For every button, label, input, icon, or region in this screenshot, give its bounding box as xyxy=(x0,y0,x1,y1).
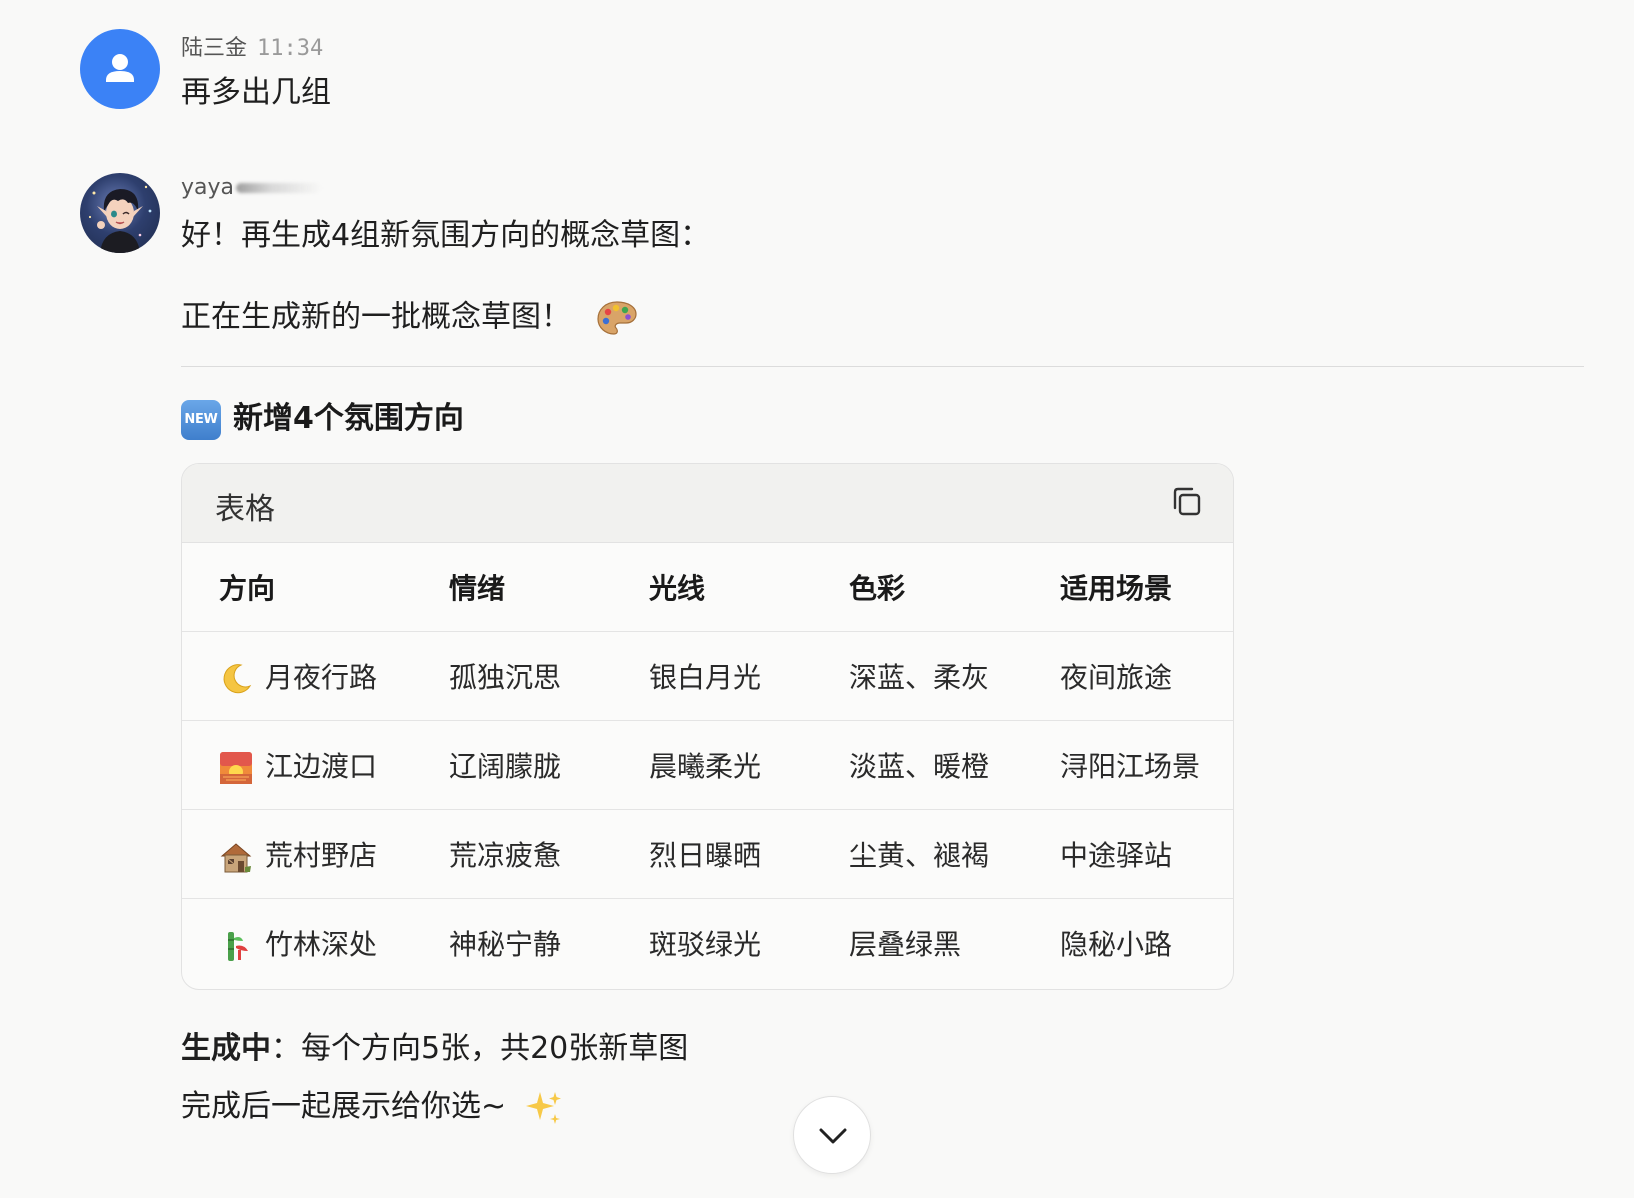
message-time: 11:34 xyxy=(257,36,324,61)
table-header-cell: 色彩 xyxy=(849,543,1060,632)
anime-character-avatar-icon xyxy=(88,185,152,253)
table-cell-text: 江边渡口 xyxy=(265,750,378,783)
derelict-house-emoji xyxy=(220,843,252,873)
user-avatar[interactable] xyxy=(80,29,160,109)
generation-status: 生成中：每个方向5张，共20张新草图 xyxy=(181,1023,688,1067)
table-card-title: 表格 xyxy=(215,492,275,527)
table-header-cell: 光线 xyxy=(649,543,849,632)
table-cell: 辽阔朦胧 xyxy=(449,720,649,810)
sunrise-emoji xyxy=(220,752,252,784)
table-row: 江边渡口 辽阔朦胧 晨曦柔光 淡蓝、暖橙 浔阳江场景 xyxy=(182,720,1233,810)
generation-status-label: 生成中 xyxy=(181,1031,271,1066)
table-cell: 浔阳江场景 xyxy=(1060,720,1233,810)
table-cell: 烈日曝晒 xyxy=(649,809,849,899)
bot-name: yaya xyxy=(181,175,235,200)
copy-icon[interactable] xyxy=(1169,484,1205,520)
bot-message-line-1: 好！再生成4组新氛围方向的概念草图： xyxy=(181,218,711,253)
section-title: NEW 新增4个氛围方向 xyxy=(181,393,464,440)
generation-status-separator: ： xyxy=(271,1031,301,1066)
sparkles-emoji xyxy=(525,1091,561,1124)
new-badge-icon: NEW xyxy=(181,399,221,440)
bamboo-emoji xyxy=(228,932,248,961)
table-cell: 尘黄、褪褐 xyxy=(849,809,1060,899)
palette-emoji xyxy=(596,301,637,335)
scroll-down-button[interactable] xyxy=(793,1096,871,1174)
table-cell: 竹林深处 xyxy=(182,899,449,988)
table-row: 竹林深处 神秘宁静 斑驳绿光 层叠绿黑 隐秘小路 xyxy=(182,899,1233,988)
table-cell: 神秘宁静 xyxy=(449,928,562,961)
user-name: 陆三金 xyxy=(181,36,248,61)
table-cell: 夜间旅途 xyxy=(1060,631,1233,721)
section-title-text: 新增4个氛围方向 xyxy=(233,401,464,436)
chevron-down-icon xyxy=(819,1128,847,1144)
table-cell: 荒凉疲惫 xyxy=(449,809,649,899)
table-cell: 银白月光 xyxy=(649,631,849,721)
table-cell: 月夜行路 xyxy=(182,631,449,721)
table-card-header: 表格 xyxy=(182,464,1233,543)
user-message-text: 再多出几组 xyxy=(181,75,331,110)
bot-message-line-2-text: 正在生成新的一批概念草图！ xyxy=(181,299,571,335)
bot-message-line-2: 正在生成新的一批概念草图！ xyxy=(181,298,639,338)
bot-message-meta: yaya xyxy=(181,175,323,200)
table-cell: 孤独沉思 xyxy=(449,631,649,721)
person-icon xyxy=(106,54,134,82)
table-header-row: 方向 情绪 光线 色彩 适用场景 xyxy=(182,543,1233,632)
chat-thread: 陆三金 11:34 再多出几组 yaya 好！再生成4组新氛围方向的概念草图： 正… xyxy=(0,0,1634,1198)
table-header-cell: 情绪 xyxy=(449,543,649,632)
table-row: 月夜行路 孤独沉思 银白月光 深蓝、柔灰 夜间旅途 xyxy=(182,631,1233,721)
table-cell: 深蓝、柔灰 xyxy=(849,631,1060,721)
table-cell: 江边渡口 xyxy=(182,720,449,810)
table-row: 荒村野店 荒凉疲惫 烈日曝晒 尘黄、褪褐 中途驿站 xyxy=(182,809,1233,899)
table-cell: 晨曦柔光 xyxy=(649,720,849,810)
atmosphere-table: 方向 情绪 光线 色彩 适用场景 月夜行路 孤独沉思 银白月光 深蓝、柔灰 夜间… xyxy=(182,543,1233,987)
table-card: 表格 方向 情绪 光线 色彩 适用场景 月夜行路 孤独沉思 银白月光 深蓝、柔灰… xyxy=(181,463,1234,990)
table-header-cell: 适用场景 xyxy=(1060,543,1233,632)
table-cell: 隐秘小路 xyxy=(1060,928,1173,961)
user-message-meta: 陆三金 11:34 xyxy=(181,30,323,62)
table-cell-text: 竹林深处 xyxy=(265,928,378,961)
generation-note-text: 完成后一起展示给你选~ xyxy=(181,1089,507,1124)
table-cell: 荒村野店 xyxy=(182,809,449,899)
generation-status-text: 每个方向5张，共20张新草图 xyxy=(301,1031,689,1066)
generation-note: 完成后一起展示给你选~ xyxy=(181,1081,564,1128)
table-cell-text: 月夜行路 xyxy=(265,661,378,694)
table-cell-text: 荒村野店 xyxy=(265,839,378,872)
bot-avatar[interactable] xyxy=(80,173,160,253)
table-cell: 淡蓝、暖橙 xyxy=(849,720,1060,810)
table-header-cell: 方向 xyxy=(182,543,449,632)
table-cell: 层叠绿黑 xyxy=(849,928,962,961)
message-divider xyxy=(181,366,1584,367)
table-cell: 斑驳绿光 xyxy=(649,928,762,961)
crescent-moon-emoji xyxy=(223,664,252,694)
table-cell: 中途驿站 xyxy=(1060,809,1233,899)
name-fade-decoration xyxy=(236,183,323,193)
